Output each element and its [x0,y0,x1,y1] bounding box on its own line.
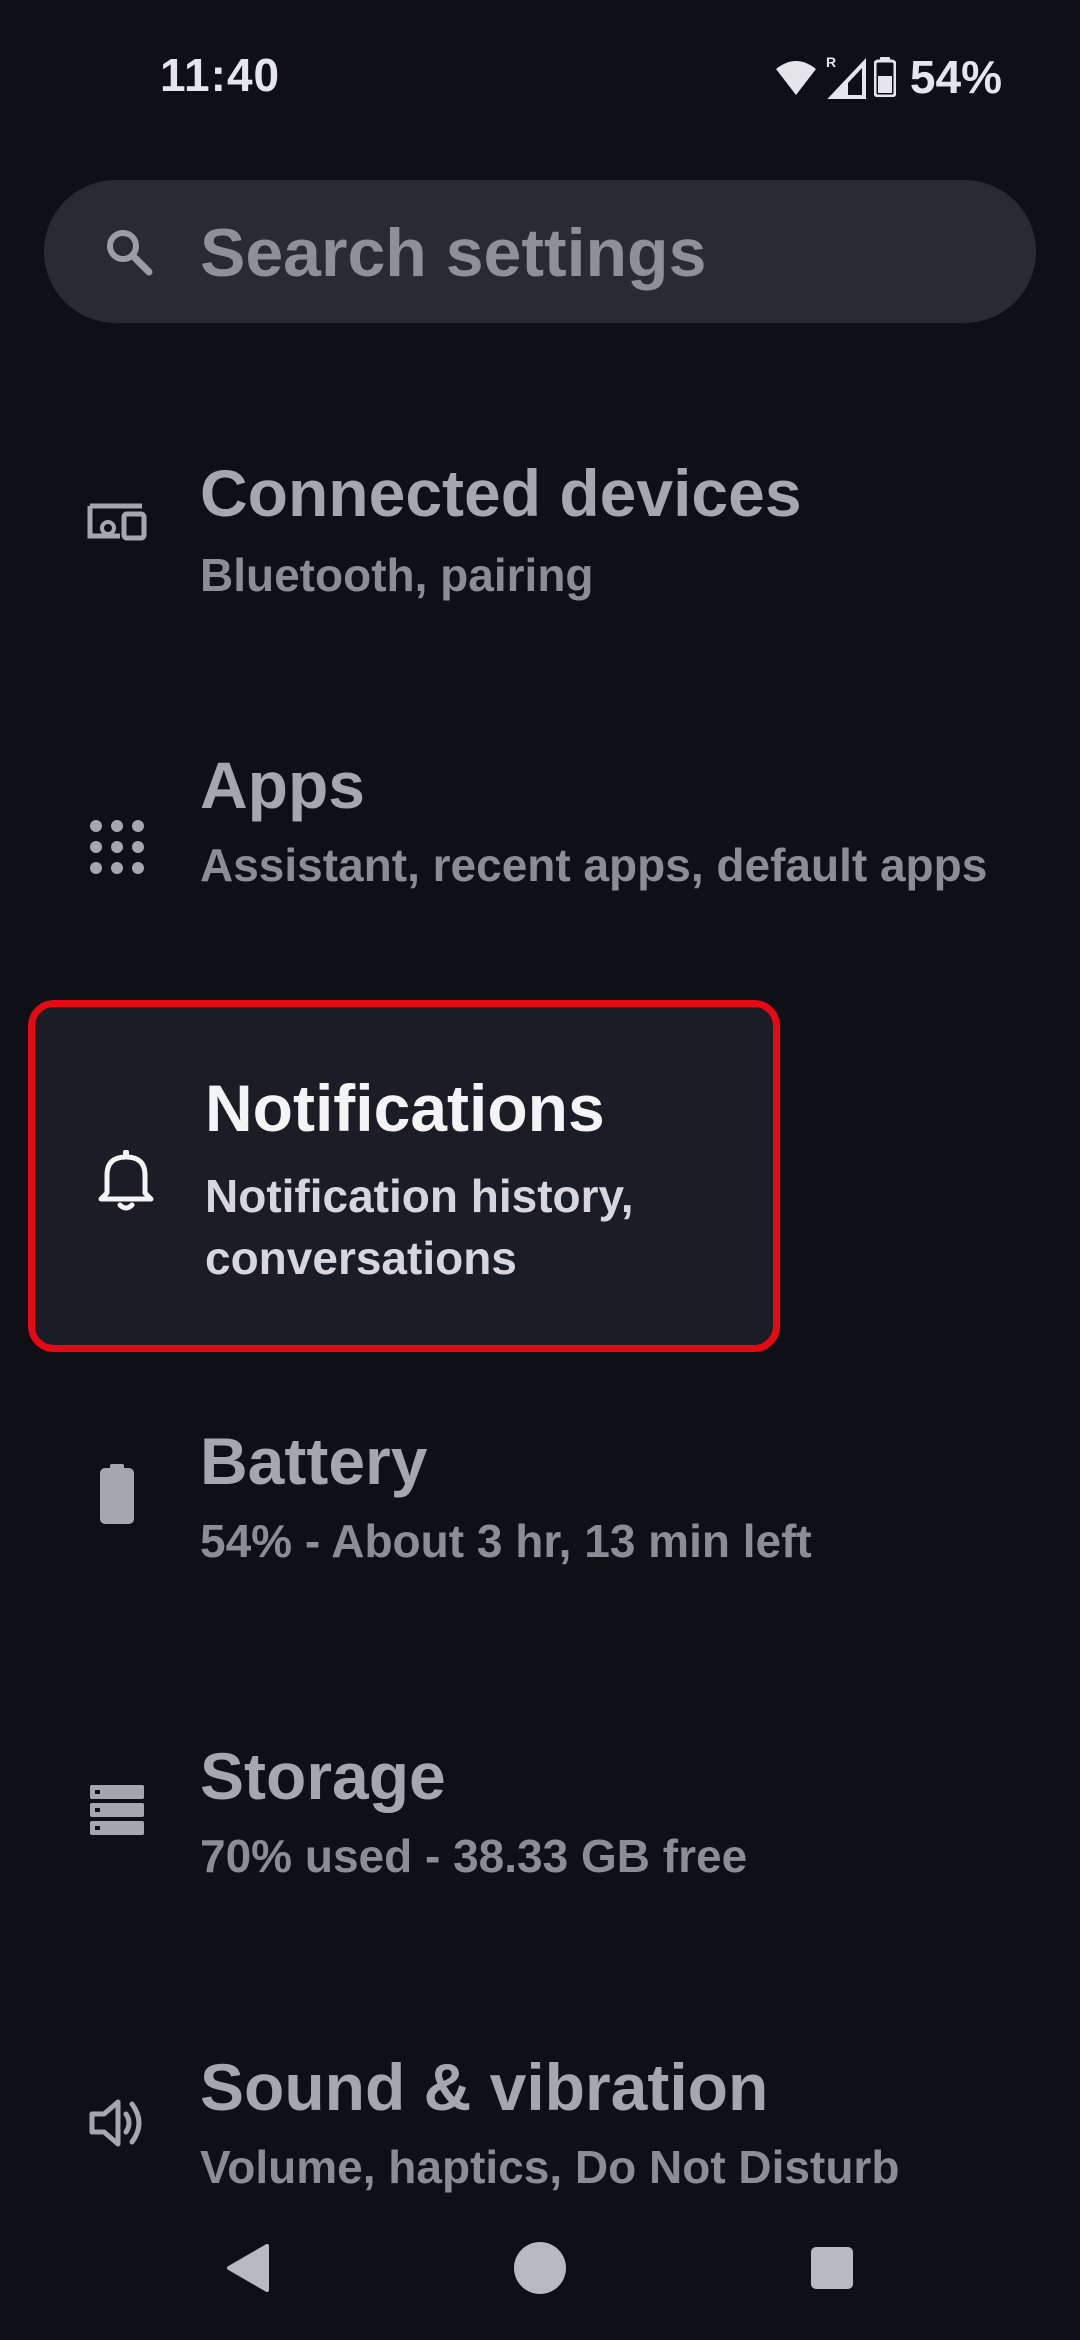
battery-icon [84,1462,150,1528]
svg-text:R: R [826,55,836,70]
item-title: Apps [200,748,365,822]
search-icon [104,227,154,277]
item-title: Sound & vibration [200,2050,769,2124]
status-bar: 11:40 R 54% [0,0,1080,150]
battery-percent: 54% [909,51,1002,103]
item-subtitle: Assistant, recent apps, default apps [200,839,988,891]
wifi-icon [774,57,818,97]
settings-item-connected-devices[interactable]: Connected devices Bluetooth, pairing [30,430,1050,660]
recents-square-icon [809,2245,855,2296]
item-title: Storage [200,1739,446,1813]
battery-status-icon [873,57,896,97]
devices-icon [84,492,150,558]
item-title: Connected devices [200,456,802,530]
item-subtitle: 54% - About 3 hr, 13 min left [200,1515,812,1567]
settings-item-storage[interactable]: Storage 70% used - 38.33 GB free [30,1715,1050,1935]
search-settings-bar[interactable]: Search settings [44,180,1036,323]
status-icons: R 54% [774,51,1002,103]
item-title: Battery [200,1424,428,1498]
item-subtitle: Volume, haptics, Do Not Disturb [200,2141,900,2193]
home-button[interactable] [470,2200,610,2340]
item-subtitle: Notification history, conversations [205,1170,634,1284]
settings-screen: 11:40 R 54% Search settings Connected de… [0,0,1080,2340]
home-circle-icon [512,2240,568,2301]
item-title: Notifications [205,1071,605,1145]
navigation-bar [0,2200,1080,2340]
storage-icon [84,1777,150,1843]
back-triangle-icon [223,2242,273,2299]
search-placeholder: Search settings [200,215,707,291]
cell-signal-icon: R [826,55,866,99]
settings-item-notifications[interactable]: Notifications Notification history, conv… [28,1000,780,1352]
recents-button[interactable] [762,2200,902,2340]
item-subtitle: 70% used - 38.33 GB free [200,1830,748,1882]
back-button[interactable] [178,2200,318,2340]
speaker-icon [84,2090,150,2156]
settings-item-battery[interactable]: Battery 54% - About 3 hr, 13 min left [30,1400,1050,1620]
apps-grid-icon [84,814,150,880]
item-subtitle: Bluetooth, pairing [200,549,594,601]
bell-icon [93,1147,159,1213]
settings-item-apps[interactable]: Apps Assistant, recent apps, default app… [30,720,1050,980]
status-time: 11:40 [160,49,281,101]
